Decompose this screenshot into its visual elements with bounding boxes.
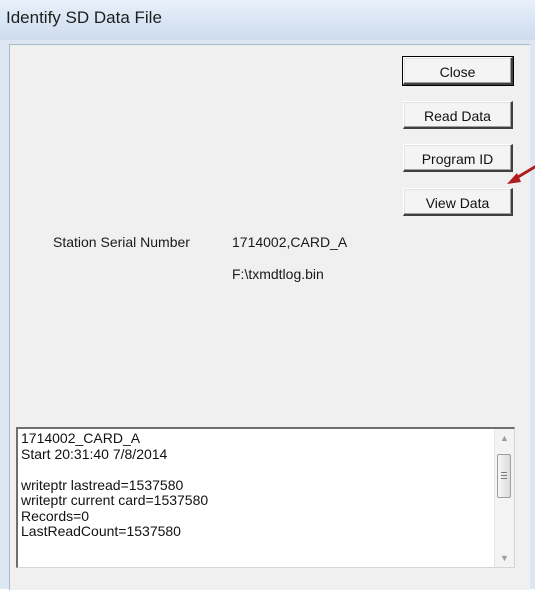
station-serial-number-label: Station Serial Number [53, 234, 190, 250]
scroll-up-arrow-icon[interactable]: ▲ [495, 429, 514, 447]
red-arrow-icon [507, 165, 535, 184]
log-lines: 1714002_CARD_A Start 20:31:40 7/8/2014 w… [21, 430, 491, 540]
log-line: writeptr current card=1537580 [21, 492, 209, 508]
identify-sd-data-file-window: Identify SD Data File Close Read Data Pr… [0, 0, 535, 590]
grip-line [501, 475, 507, 476]
window-title: Identify SD Data File [6, 8, 162, 27]
scroll-down-arrow-icon[interactable]: ▼ [495, 549, 514, 567]
data-file-path: F:\txmdtlog.bin [232, 266, 324, 282]
log-line: Records=0 [21, 507, 90, 524]
log-line: Start 20:31:40 7/8/2014 [21, 445, 168, 462]
scrollbar-thumb[interactable] [497, 454, 511, 498]
log-line: writeptr lastread=1537580 [21, 476, 184, 493]
close-button[interactable]: Close [402, 56, 514, 86]
log-line: 1714002_CARD_A [21, 430, 141, 446]
log-output-textarea[interactable]: 1714002_CARD_A Start 20:31:40 7/8/2014 w… [16, 427, 515, 568]
grip-line [501, 472, 507, 473]
program-id-button[interactable]: Program ID [403, 144, 513, 172]
grip-line [501, 478, 507, 479]
read-data-button[interactable]: Read Data [403, 101, 513, 129]
title-bar[interactable]: Identify SD Data File [0, 0, 535, 41]
station-serial-number-value: 1714002,CARD_A [232, 234, 348, 250]
view-data-button[interactable]: View Data [403, 188, 513, 216]
log-line: LastReadCount=1537580 [21, 523, 181, 539]
vertical-scrollbar[interactable]: ▲ ▼ [494, 429, 514, 567]
arrow-head [507, 173, 521, 184]
